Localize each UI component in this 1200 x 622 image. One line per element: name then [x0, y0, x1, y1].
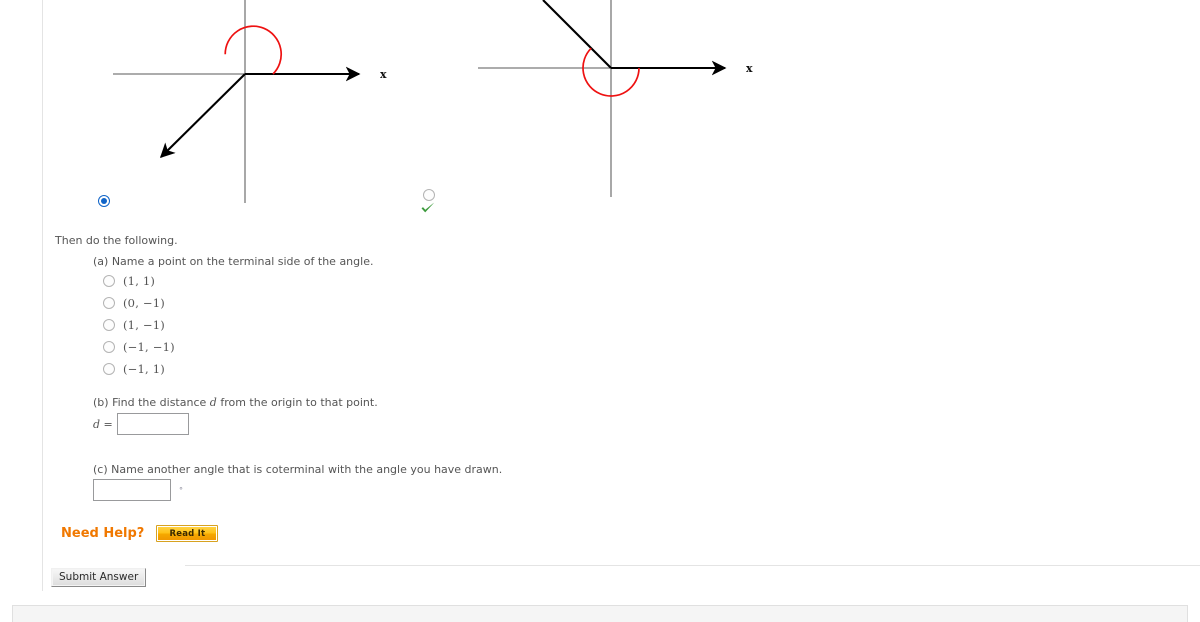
- part-b-prefix: (b): [93, 396, 109, 409]
- choice-radio-2[interactable]: [103, 297, 115, 309]
- graph-1-figure[interactable]: x: [43, 0, 423, 210]
- part-c-prefix: (c): [93, 463, 108, 476]
- graph-choice-area: x x: [43, 0, 803, 228]
- part-a-prefix: (a): [93, 255, 109, 268]
- choice-row[interactable]: (0, −1): [103, 292, 363, 314]
- graph-1-terminal-ray: [159, 73, 246, 159]
- choice-radio-4[interactable]: [103, 341, 115, 353]
- graph-2-figure[interactable]: x: [368, 0, 788, 210]
- coterminal-angle-input[interactable]: [93, 479, 171, 501]
- choice-row[interactable]: (−1, 1): [103, 358, 363, 380]
- then-do-text: Then do the following.: [55, 234, 178, 247]
- part-b-text-post: from the origin to that point.: [220, 396, 378, 409]
- choice-label-2: (0, −1): [123, 296, 165, 310]
- degree-symbol: °: [179, 485, 183, 495]
- part-c-text: Name another angle that is coterminal wi…: [111, 463, 503, 476]
- part-c-answer-row: °: [93, 479, 183, 501]
- part-c-label: (c) Name another angle that is cotermina…: [93, 463, 502, 476]
- question-container: x x Then do the following. (a) Name a po…: [42, 0, 1200, 591]
- choice-row[interactable]: (1, 1): [103, 270, 363, 292]
- part-b-label: (b) Find the distance d from the origin …: [93, 396, 378, 409]
- need-help-row: Need Help? Read It: [61, 525, 219, 542]
- part-b-answer-row: d =: [93, 413, 189, 435]
- submit-answer-button[interactable]: Submit Answer: [51, 568, 147, 587]
- part-a-label: (a) Name a point on the terminal side of…: [93, 255, 373, 268]
- choice-label-5: (−1, 1): [123, 362, 165, 376]
- read-it-button[interactable]: Read It: [156, 525, 219, 542]
- submit-panel: [185, 565, 1200, 591]
- need-help-label: Need Help?: [61, 526, 145, 541]
- graph-2-terminal-ray: [542, 0, 612, 69]
- choice-label-4: (−1, −1): [123, 340, 175, 354]
- correct-check-icon: [421, 202, 435, 213]
- part-b-text-pre: Find the distance: [112, 396, 207, 409]
- choice-radio-5[interactable]: [103, 363, 115, 375]
- distance-input[interactable]: [116, 413, 189, 435]
- graph-1-select-radio[interactable]: [98, 195, 111, 208]
- graph-2-x-label: x: [746, 62, 753, 75]
- part-a-text: Name a point on the terminal side of the…: [111, 255, 374, 268]
- choice-row[interactable]: (−1, −1): [103, 336, 363, 358]
- part-b-field-label: d =: [93, 417, 113, 431]
- part-b-variable: d: [209, 396, 217, 409]
- graph-1-radio-glyph[interactable]: [98, 195, 110, 207]
- part-a-choice-list: (1, 1) (0, −1) (1, −1) (−1, −1) (−1, 1): [103, 270, 363, 380]
- choice-label-3: (1, −1): [123, 318, 165, 332]
- choice-radio-1[interactable]: [103, 275, 115, 287]
- choice-label-1: (1, 1): [123, 274, 156, 288]
- choice-radio-3[interactable]: [103, 319, 115, 331]
- read-it-label: Read It: [169, 528, 206, 539]
- choice-row[interactable]: (1, −1): [103, 314, 363, 336]
- graph-1-angle-arc: [224, 25, 283, 75]
- bottom-status-bar: [12, 605, 1188, 622]
